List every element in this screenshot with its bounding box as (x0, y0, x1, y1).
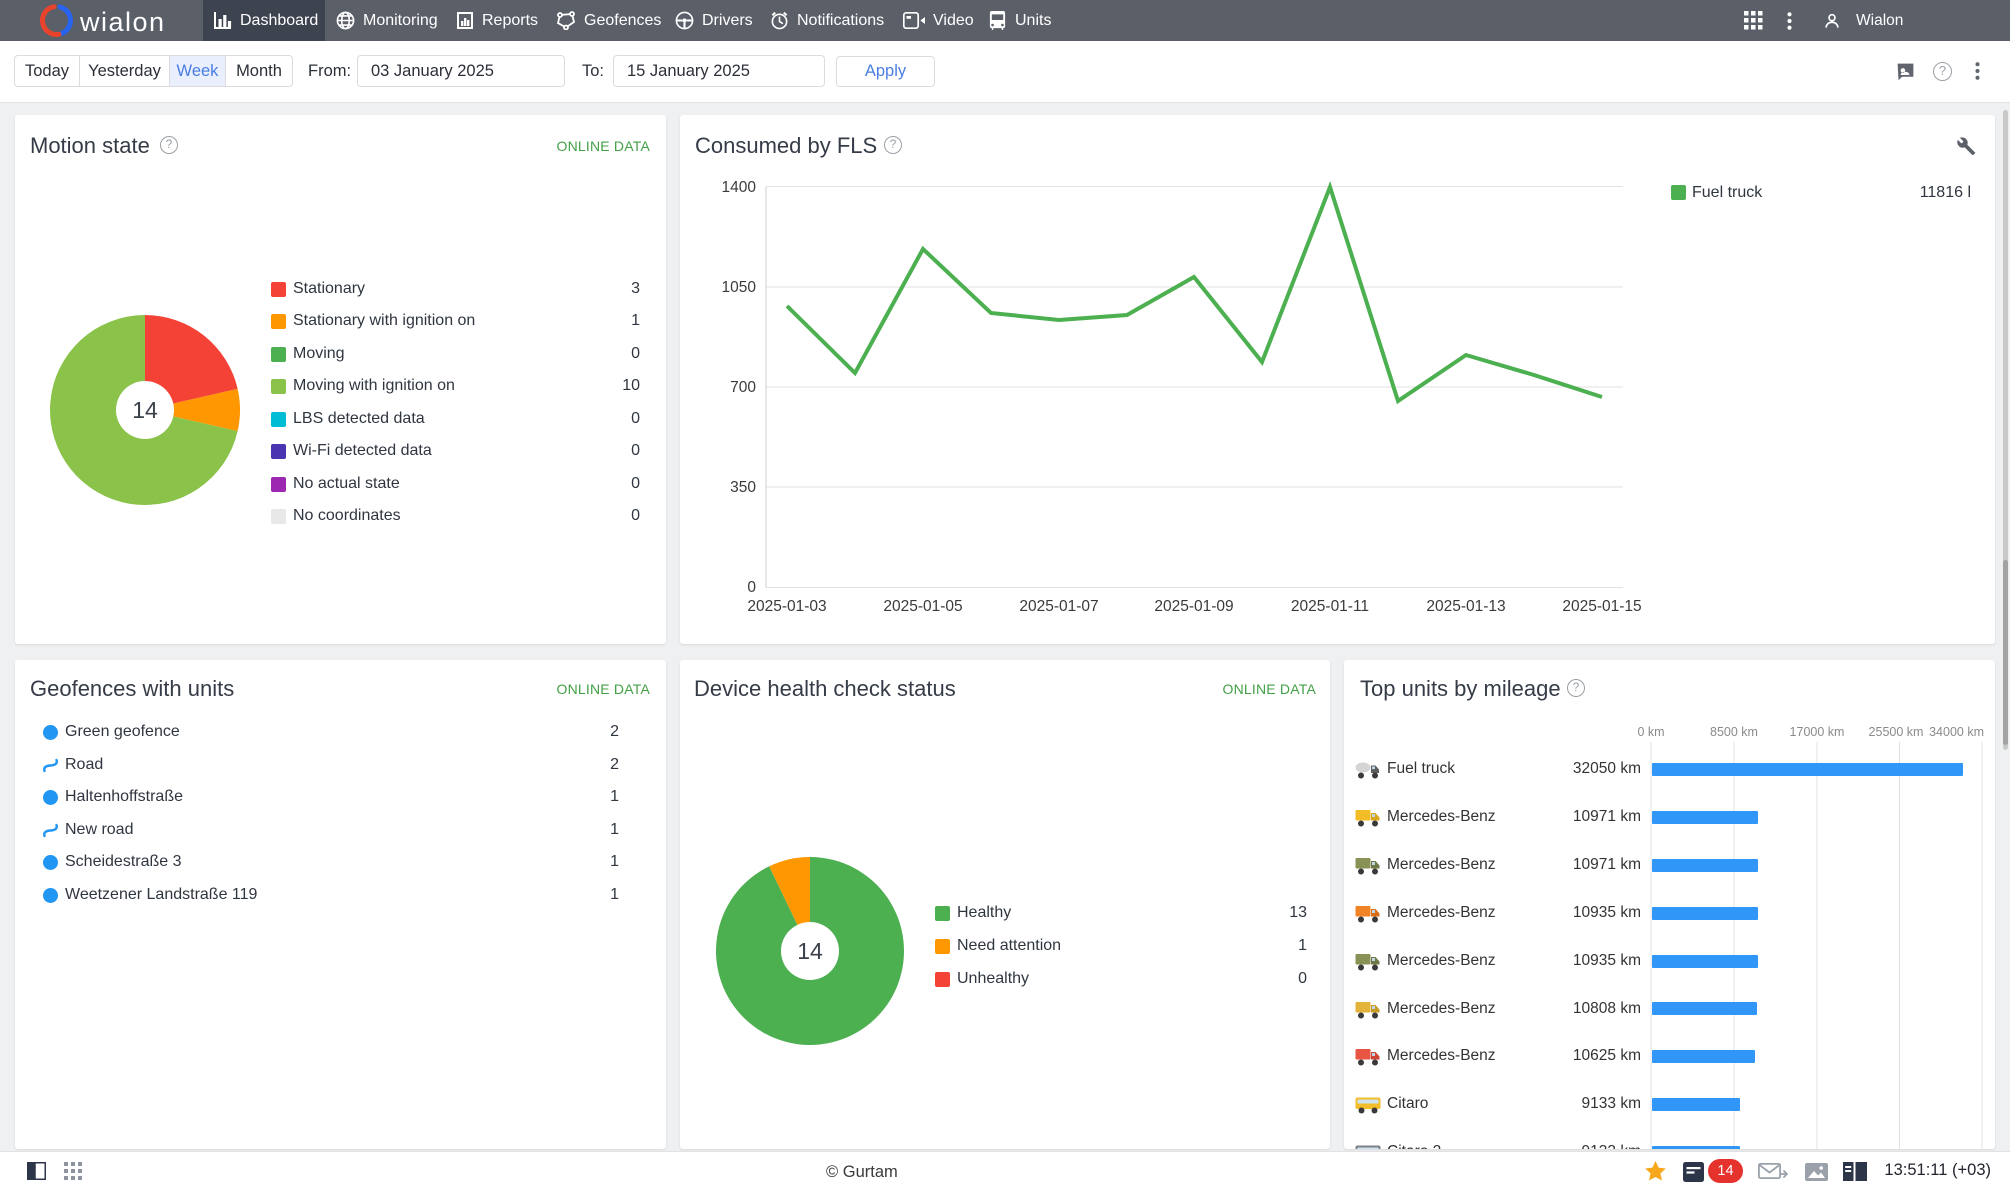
svg-text:17000 km: 17000 km (1790, 725, 1845, 739)
svg-text:2025-01-05: 2025-01-05 (883, 598, 962, 615)
svg-text:14: 14 (132, 397, 158, 423)
svg-text:2025-01-13: 2025-01-13 (1426, 598, 1505, 615)
svg-text:700: 700 (730, 379, 756, 396)
svg-text:2025-01-09: 2025-01-09 (1154, 598, 1233, 615)
svg-text:2025-01-07: 2025-01-07 (1019, 598, 1098, 615)
svg-text:2025-01-11: 2025-01-11 (1291, 598, 1369, 615)
svg-text:2025-01-15: 2025-01-15 (1562, 598, 1641, 615)
svg-text:350: 350 (730, 479, 756, 496)
svg-text:1050: 1050 (722, 279, 757, 296)
svg-text:8500 km: 8500 km (1710, 725, 1758, 739)
svg-text:14: 14 (797, 938, 823, 964)
svg-text:1400: 1400 (722, 179, 757, 196)
svg-text:0: 0 (747, 579, 756, 596)
svg-text:34000 km: 34000 km (1929, 725, 1984, 739)
svg-text:2025-01-03: 2025-01-03 (747, 598, 826, 615)
svg-text:0 km: 0 km (1637, 725, 1664, 739)
svg-text:25500 km: 25500 km (1869, 725, 1924, 739)
